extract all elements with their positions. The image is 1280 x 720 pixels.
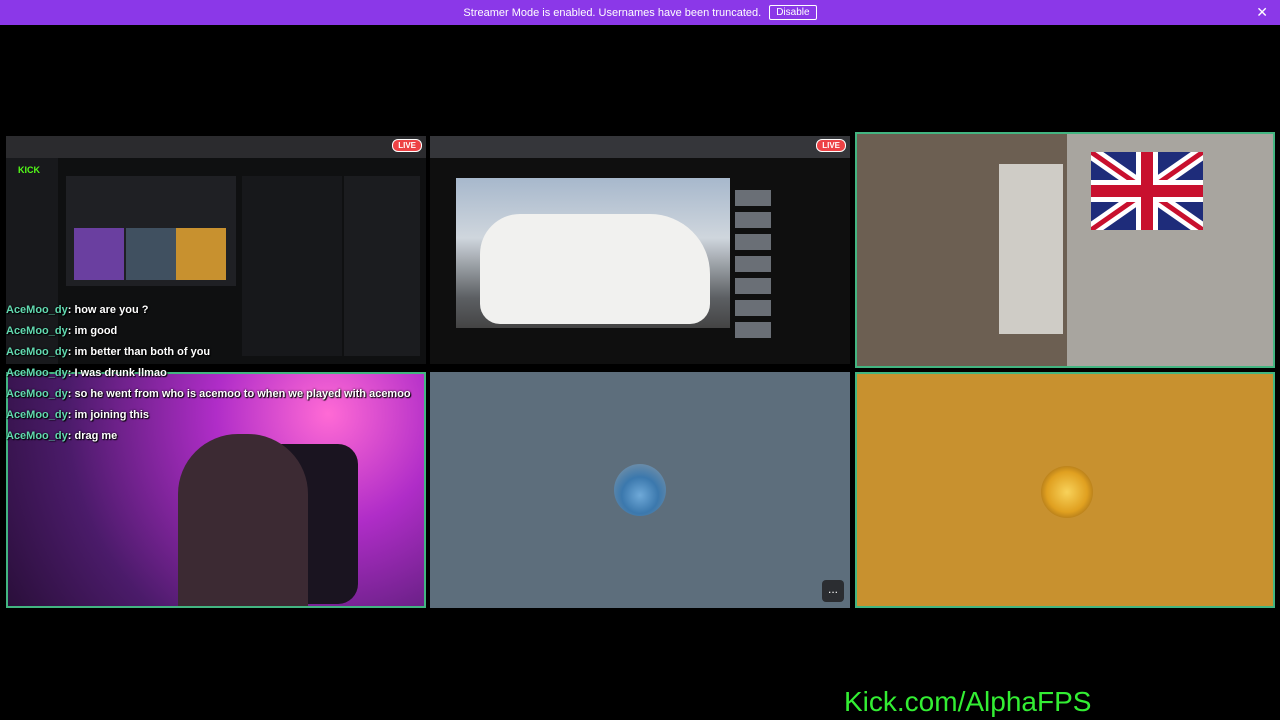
chat-text: im better than both of you [74, 346, 211, 358]
avatar [1041, 466, 1093, 518]
chat-username: AceMoo_dy [6, 409, 68, 421]
recommended-thumb[interactable] [735, 212, 771, 228]
chat-text: how are you ? [74, 304, 149, 316]
chat-username: AceMoo_dy [6, 304, 68, 316]
chat-message: AceMoo_dy: I was drunk llmao [6, 367, 167, 379]
recommended-thumb[interactable] [735, 322, 771, 338]
disable-streamer-mode-button[interactable]: Disable [769, 5, 817, 20]
live-badge: LIVE [392, 139, 422, 152]
chat-username: AceMoo_dy [6, 346, 68, 358]
recommended-thumb[interactable] [735, 190, 771, 206]
chat-text: I was drunk llmao [74, 367, 167, 379]
streamer-mode-message: Streamer Mode is enabled. Usernames have… [463, 6, 762, 19]
channel-watermark: Kick.com/AlphaFPS [844, 686, 1092, 717]
streamer-mode-banner: Streamer Mode is enabled. Usernames have… [0, 0, 1280, 25]
more-options-button[interactable]: ... [822, 580, 844, 602]
chat-text: im joining this [74, 409, 150, 421]
participant-tile-beer-avatar[interactable] [855, 372, 1275, 608]
chat-message: AceMoo_dy: how are you ? [6, 304, 149, 316]
close-icon[interactable]: ✕ [1256, 4, 1268, 21]
chat-username: AceMoo_dy [6, 388, 68, 400]
chat-username: AceMoo_dy [6, 325, 68, 337]
preview-thumb [176, 228, 226, 280]
chat-text: drag me [74, 430, 118, 442]
recommended-thumb[interactable] [735, 278, 771, 294]
recommended-thumb[interactable] [735, 256, 771, 272]
recommended-thumb[interactable] [735, 300, 771, 316]
chat-message: AceMoo_dy: im joining this [6, 409, 150, 421]
chat-text: im good [74, 325, 118, 337]
webcam-tile-bedroom[interactable] [855, 132, 1275, 368]
union-jack-flag [1086, 146, 1208, 236]
chat-message: AceMoo_dy: drag me [6, 430, 118, 442]
preview-thumb [74, 228, 124, 280]
chat-username: AceMoo_dy [6, 367, 68, 379]
chat-username: AceMoo_dy [6, 430, 68, 442]
chat-text: so he went from who is acemoo to when we… [74, 388, 411, 400]
screen-share-tile-youtube[interactable]: LIVE [430, 136, 850, 364]
chat-message: AceMoo_dy: so he went from who is acemoo… [6, 388, 411, 400]
chat-message: AceMoo_dy: im good [6, 325, 118, 337]
participant-tile-car-avatar[interactable]: ... [430, 372, 850, 608]
streamer [178, 434, 308, 606]
car-image [480, 214, 710, 324]
preview-thumb [126, 228, 176, 280]
chat-message: AceMoo_dy: im better than both of you [6, 346, 211, 358]
avatar [614, 464, 666, 516]
chat-overlay: AceMoo_dy: how are you ? AceMoo_dy: im g… [6, 302, 411, 449]
live-badge: LIVE [816, 139, 846, 152]
recommended-thumb[interactable] [735, 234, 771, 250]
kick-logo: KICK [18, 165, 40, 175]
door [999, 164, 1063, 334]
browser-chrome [6, 136, 426, 158]
browser-chrome [430, 136, 850, 158]
